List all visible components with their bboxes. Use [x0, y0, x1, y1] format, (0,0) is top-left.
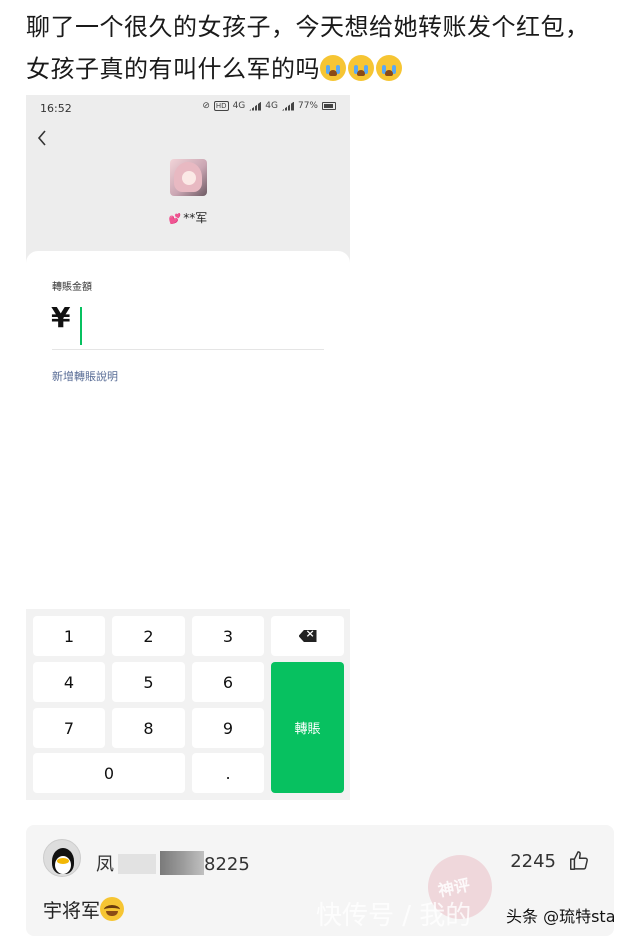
post-line-2: 女孩子真的有叫什么军的吗: [26, 48, 626, 90]
battery-icon: [322, 102, 336, 110]
recipient-name: **军: [183, 211, 208, 225]
heart-icon: 💕: [168, 214, 182, 225]
chevron-left-icon: [37, 130, 46, 146]
transfer-button[interactable]: 轉賬: [271, 662, 344, 793]
divider: [52, 349, 324, 350]
battery-percent: 77%: [297, 101, 318, 111]
key-4[interactable]: 4: [33, 662, 105, 702]
back-button[interactable]: [36, 129, 54, 151]
laughing-crying-emoji-icon: [100, 897, 125, 921]
status-time: 16:52: [40, 102, 72, 115]
key-6[interactable]: 6: [192, 662, 264, 702]
post-line-2-text: 女孩子真的有叫什么军的吗: [26, 55, 320, 83]
recipient-name-row: 💕 **军: [26, 209, 350, 226]
key-8[interactable]: 8: [112, 708, 185, 748]
text-cursor: [80, 307, 82, 345]
numeric-keypad: 1 2 3 4 5 6 7 8 9 0 . 轉賬: [26, 609, 350, 800]
like-count: 2245: [510, 851, 556, 872]
amount-input[interactable]: [78, 304, 318, 344]
currency-symbol: ¥: [51, 301, 71, 334]
recipient-avatar[interactable]: [170, 159, 207, 196]
key-dot[interactable]: .: [192, 753, 264, 793]
key-3[interactable]: 3: [192, 616, 264, 656]
commenter-avatar[interactable]: [43, 839, 81, 877]
phone-screenshot: 16:52 ⊘ HD 4G 4G 77% 💕 **军 轉賬金額 ¥ 新增轉賬說明 …: [26, 95, 350, 800]
post-line-1: 聊了一个很久的女孩子，今天想给她转账发个红包，: [26, 13, 590, 41]
comment-text: 宇将军: [43, 900, 101, 922]
avatar-penguin-beak: [57, 858, 69, 864]
mute-icon: ⊘: [202, 101, 210, 111]
commenter-name-prefix: 凤: [96, 854, 114, 875]
key-0[interactable]: 0: [33, 753, 185, 793]
network-label: 4G: [232, 101, 246, 111]
network-label-2: 4G: [265, 101, 278, 111]
transfer-card: 轉賬金額 ¥ 新增轉賬說明: [26, 251, 350, 611]
status-icons: ⊘ HD 4G 4G 77%: [202, 101, 336, 111]
backspace-icon: [298, 630, 317, 642]
commenter-name-suffix: 8225: [204, 854, 250, 875]
key-5[interactable]: 5: [112, 662, 185, 702]
crying-emoji-icon: [376, 55, 402, 81]
commenter-name[interactable]: 凤 8225: [96, 850, 250, 876]
redaction-blur: [118, 854, 156, 874]
amount-label: 轉賬金額: [52, 282, 92, 293]
post-text: 聊了一个很久的女孩子，今天想给她转账发个红包， 女孩子真的有叫什么军的吗: [26, 6, 626, 90]
signal-icon: [281, 101, 294, 111]
redaction-mosaic: [160, 851, 204, 875]
comment-card: 凤 8225 2245 宇将军 神评 快传号 / 我的 头条 @琉特star: [26, 825, 614, 936]
avatar-face: [182, 171, 196, 185]
crying-emoji-icon: [348, 55, 374, 81]
key-2[interactable]: 2: [112, 616, 185, 656]
comment-text-row: 宇将军: [43, 896, 125, 923]
key-7[interactable]: 7: [33, 708, 105, 748]
source-credit: 头条 @琉特star: [506, 907, 614, 926]
key-1[interactable]: 1: [33, 616, 105, 656]
add-transfer-note-link[interactable]: 新增轉賬說明: [52, 368, 118, 384]
crying-emoji-icon: [320, 55, 346, 81]
hd-icon: HD: [213, 101, 229, 111]
thumbs-up-icon[interactable]: [568, 850, 590, 872]
status-bar: 16:52 ⊘ HD 4G 4G 77%: [26, 95, 350, 121]
delete-key[interactable]: [271, 616, 344, 656]
watermark: 快传号 / 我的: [316, 901, 472, 931]
key-9[interactable]: 9: [192, 708, 264, 748]
signal-icon: [249, 101, 262, 111]
